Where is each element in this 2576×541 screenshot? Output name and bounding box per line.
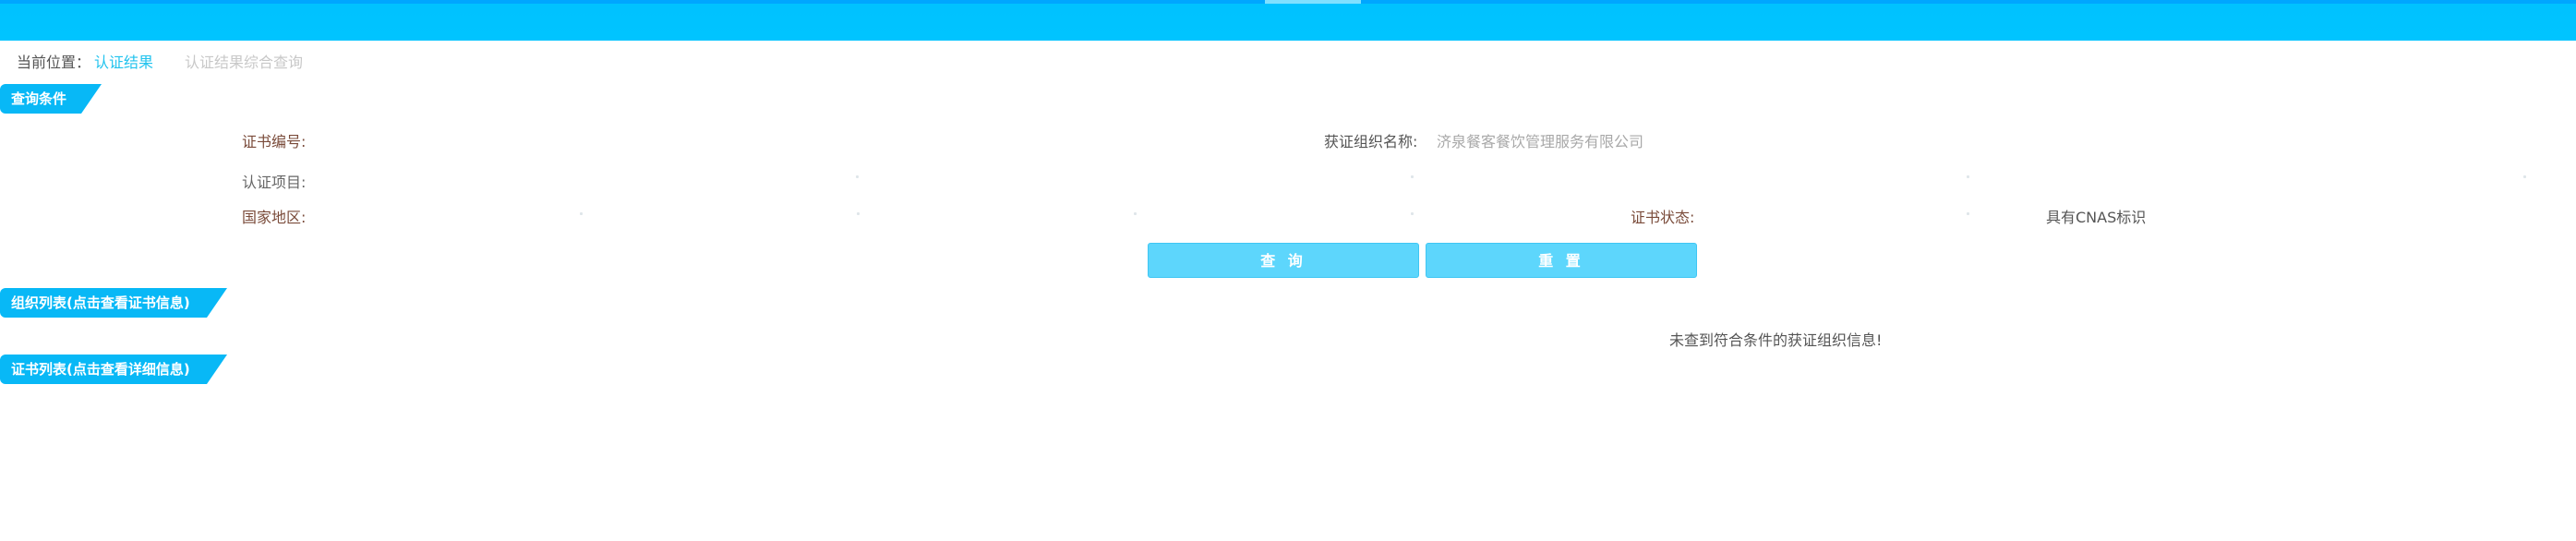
select-placeholder[interactable] xyxy=(1411,175,1414,178)
section-title-cert-list: 证书列表(点击查看详细信息) xyxy=(0,355,227,384)
reset-button[interactable]: 重 置 xyxy=(1426,243,1697,278)
section-title-org-list: 组织列表(点击查看证书信息) xyxy=(0,288,227,318)
country-region-label: 国家地区: xyxy=(242,209,307,226)
cert-project-label: 认证项目: xyxy=(242,174,307,191)
select-placeholder[interactable] xyxy=(1134,212,1137,215)
select-placeholder[interactable] xyxy=(856,175,859,178)
query-button[interactable]: 查 询 xyxy=(1148,243,1419,278)
select-placeholder[interactable] xyxy=(1967,212,1969,215)
breadcrumb-link-cert-results[interactable]: 认证结果 xyxy=(94,54,153,71)
top-header-bar xyxy=(0,0,2576,41)
org-name-label: 获证组织名称: xyxy=(1324,133,1418,150)
org-list-empty-message: 未查到符合条件的获证组织信息! xyxy=(1669,331,1883,349)
org-name-input[interactable]: 济泉餐客餐饮管理服务有限公司 xyxy=(1437,132,1643,152)
breadcrumb-current-page: 认证结果综合查询 xyxy=(185,54,304,71)
section-title-query-conditions: 查询条件 xyxy=(0,84,102,114)
breadcrumb-label: 当前位置： xyxy=(17,54,91,71)
select-placeholder[interactable] xyxy=(857,212,860,215)
cert-number-label: 证书编号: xyxy=(242,133,307,150)
select-placeholder[interactable] xyxy=(1411,212,1414,215)
header-active-tab-indicator xyxy=(1265,0,1361,4)
select-placeholder[interactable] xyxy=(1967,175,1969,178)
select-placeholder[interactable] xyxy=(2523,175,2526,178)
select-placeholder[interactable] xyxy=(580,212,583,215)
cnas-mark-label[interactable]: 具有CNAS标识 xyxy=(2046,208,2146,228)
cert-status-label: 证书状态: xyxy=(1631,209,1695,226)
breadcrumb: 当前位置： 认证结果 认证结果综合查询 xyxy=(17,50,307,71)
